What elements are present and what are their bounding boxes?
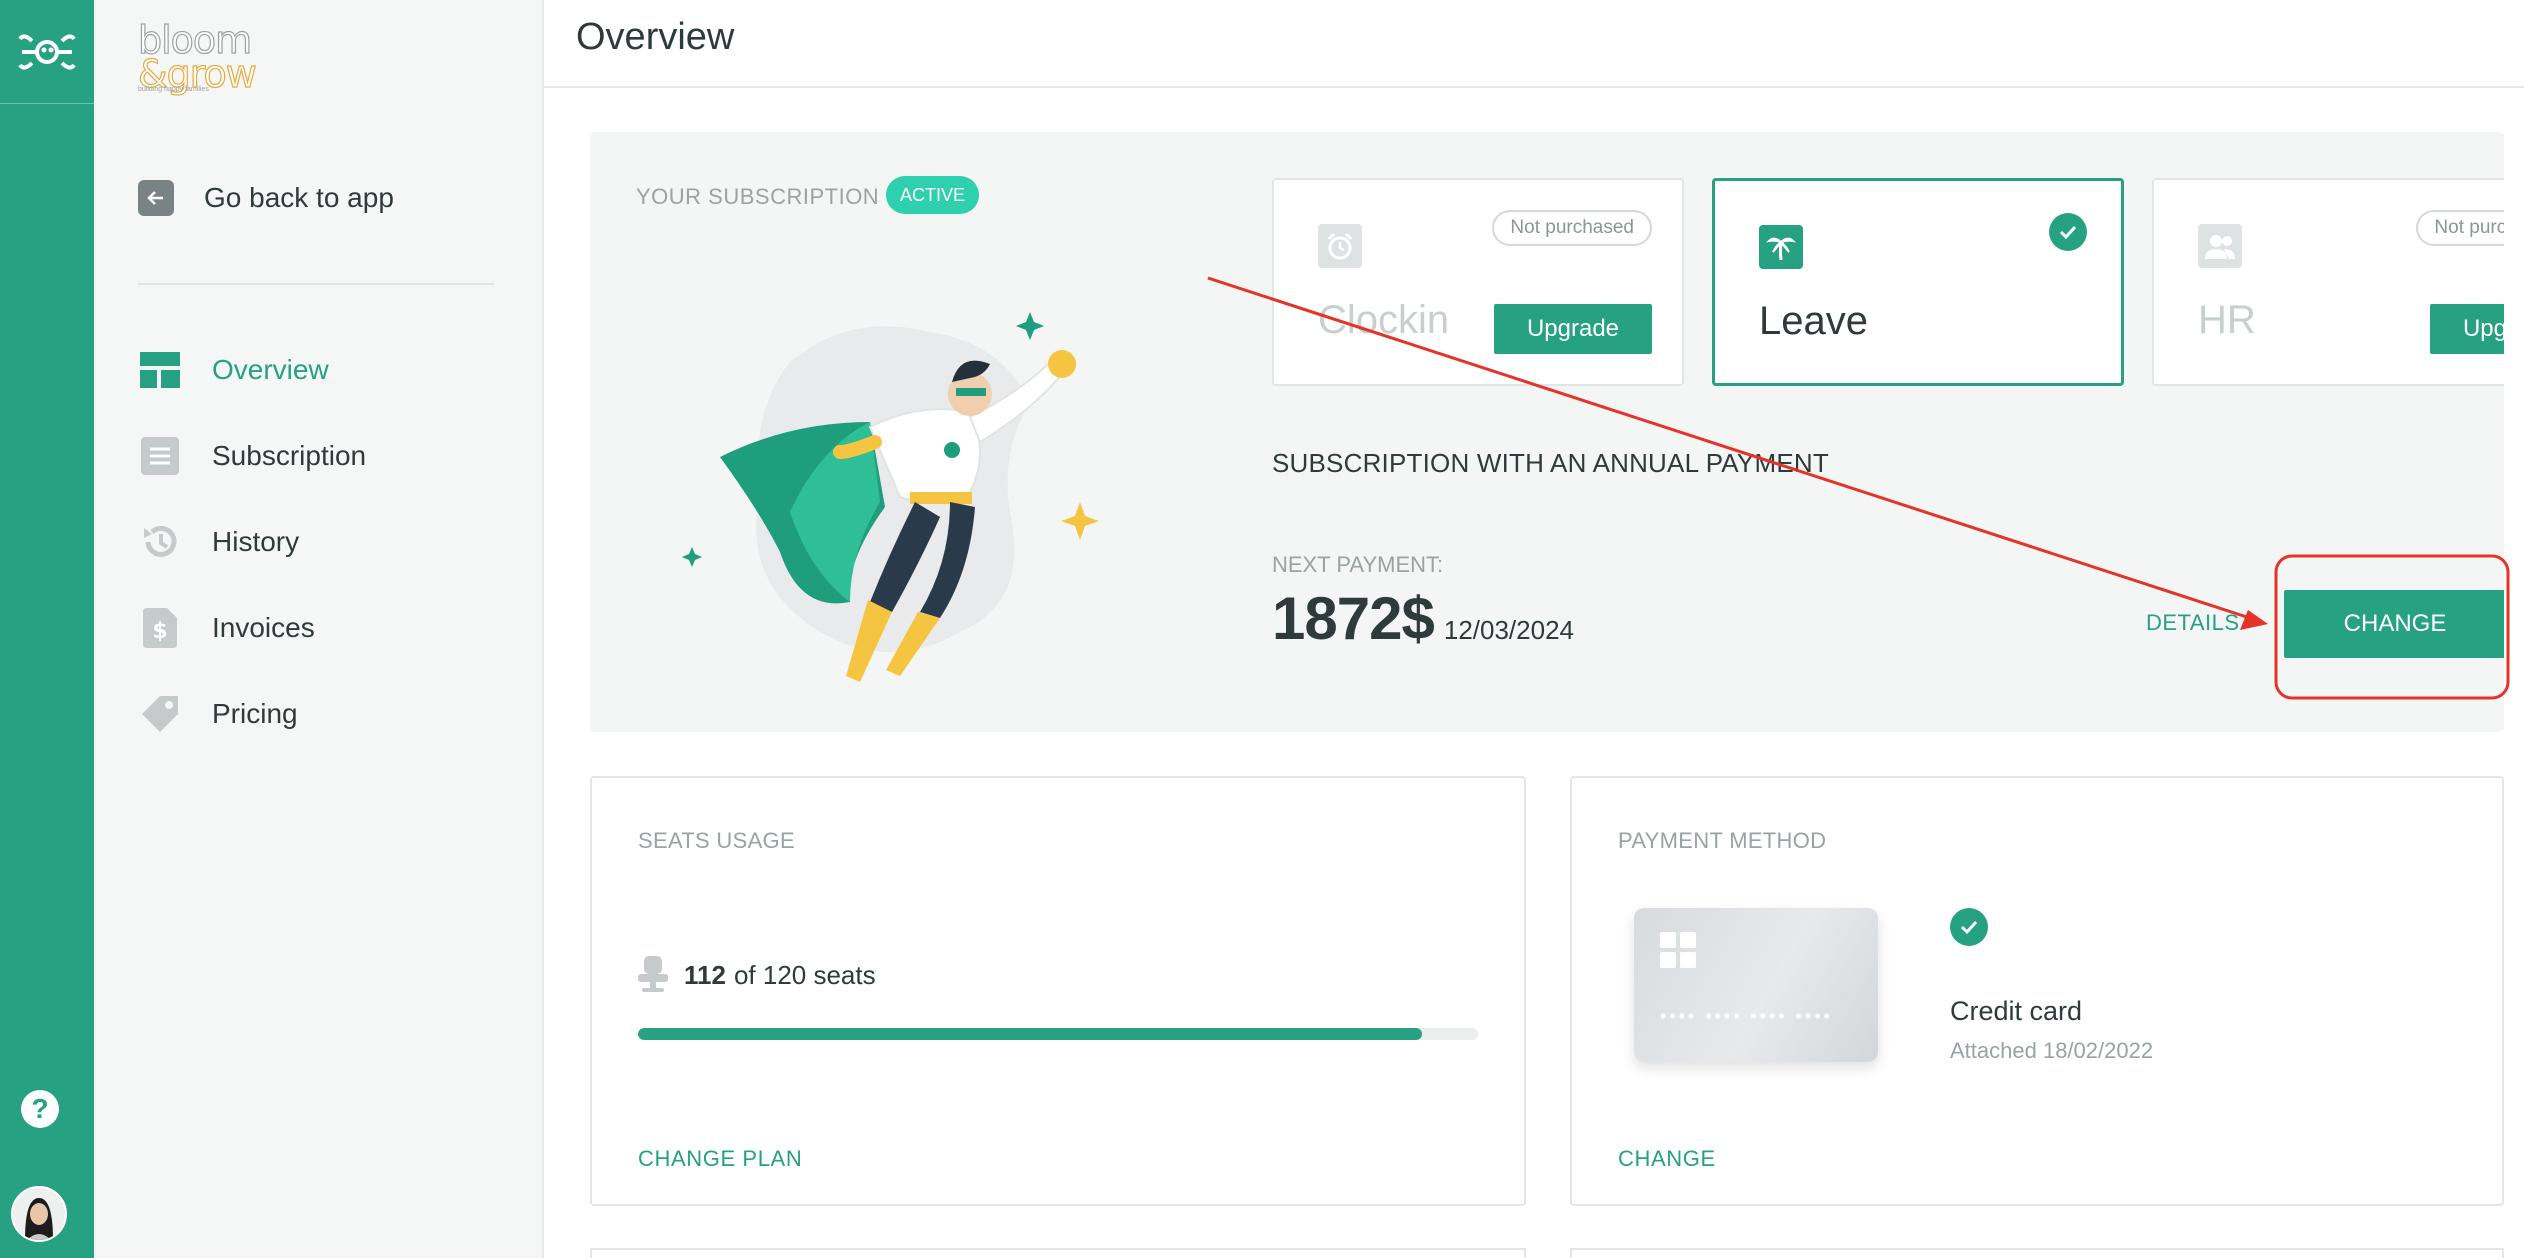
seats-count: 112 of 120 seats (638, 956, 876, 994)
payment-date: 12/03/2024 (1443, 615, 1574, 645)
credit-card-image: •••• •••• •••• •••• (1634, 908, 1878, 1062)
check-icon (1950, 908, 1988, 946)
help-icon[interactable]: ? (21, 1090, 59, 1128)
people-icon (2198, 224, 2242, 268)
change-plan-link[interactable]: CHANGE PLAN (638, 1146, 802, 1172)
seats-usage-card: SEATS USAGE 112 of 120 seats CHANGE PLAN (590, 776, 1526, 1206)
details-link[interactable]: DETAILS (2146, 610, 2240, 636)
payment-method-card: PAYMENT METHOD •••• •••• •••• •••• Credi… (1570, 776, 2504, 1206)
card-stub (1570, 1248, 2504, 1258)
card-number-mask: •••• •••• •••• •••• (1660, 1006, 1833, 1026)
sidebar-item-label: History (212, 526, 300, 557)
app-rail: ? (0, 0, 94, 1258)
sidebar-item-subscription[interactable]: Subscription (140, 436, 366, 476)
dashboard-icon (140, 350, 180, 390)
sidebar-item-label: Pricing (212, 698, 298, 729)
change-subscription-button[interactable]: CHANGE (2284, 590, 2504, 658)
sidebar-item-label: Subscription (212, 440, 367, 471)
seats-progress-bar (638, 1028, 1478, 1040)
tag-icon (140, 694, 180, 734)
brand-tagline: building happy families (138, 86, 209, 93)
sidebar-divider (138, 283, 494, 285)
app-logo-icon[interactable] (0, 0, 94, 104)
seats-progress-fill (638, 1028, 1422, 1040)
subscription-label: YOUR SUBSCRIPTION (636, 184, 880, 209)
not-purchased-badge: Not purchased (1492, 210, 1652, 246)
check-icon (2049, 213, 2087, 251)
user-avatar[interactable] (11, 1186, 67, 1242)
page-title: Overview (576, 16, 735, 58)
arrow-left-icon (138, 180, 174, 216)
upgrade-hr-button[interactable]: Upgrade (2430, 304, 2504, 354)
product-tile-leave[interactable]: Leave (1712, 178, 2124, 386)
product-tile-clockin[interactable]: Clockin Not purchased Upgrade (1272, 178, 1684, 386)
change-payment-link[interactable]: CHANGE (1618, 1146, 1716, 1172)
next-payment-label: NEXT PAYMENT: (1272, 552, 1444, 577)
upgrade-clockin-button[interactable]: Upgrade (1494, 304, 1652, 354)
subscription-panel: YOUR SUBSCRIPTION ACTIVE Clockin Not pur… (590, 132, 2504, 732)
product-name: Leave (1759, 299, 1868, 343)
alarm-clock-icon (1318, 224, 1362, 268)
product-tile-hr[interactable]: HR Not purchased Upgrade (2152, 178, 2504, 386)
payment-method-title: PAYMENT METHOD (1618, 828, 1827, 853)
card-chip-icon (1660, 932, 1696, 968)
list-icon (140, 436, 180, 476)
subscription-plan-text: SUBSCRIPTION WITH AN ANNUAL PAYMENT (1272, 448, 1829, 478)
sidebar-item-overview[interactable]: Overview (140, 350, 329, 390)
sidebar-item-history[interactable]: History (140, 522, 299, 562)
next-payment: 1872$ 12/03/2024 (1272, 584, 1574, 653)
sidebar: bloom &grow building happy families Go b… (94, 0, 544, 1258)
sidebar-item-label: Overview (212, 354, 329, 385)
payment-amount: 1872$ (1272, 585, 1435, 652)
seat-icon (638, 956, 668, 994)
product-name: Clockin (1318, 298, 1450, 342)
payment-attached-date: Attached 18/02/2022 (1950, 1038, 2154, 1063)
status-badge: ACTIVE (886, 176, 980, 214)
payment-method-name: Credit card (1950, 996, 2083, 1026)
card-stub (590, 1248, 1526, 1258)
seats-used: 112 (684, 959, 726, 990)
product-name: HR (2198, 298, 2256, 342)
sidebar-item-invoices[interactable]: $ Invoices (140, 608, 315, 648)
superhero-illustration (682, 312, 1099, 682)
go-back-label: Go back to app (204, 182, 394, 213)
svg-text:$: $ (152, 619, 167, 644)
sidebar-item-label: Invoices (212, 612, 315, 643)
sidebar-item-pricing[interactable]: Pricing (140, 694, 298, 734)
seats-usage-title: SEATS USAGE (638, 828, 795, 853)
bloom-and-grow-logo[interactable]: bloom &grow building happy families (137, 17, 262, 96)
go-back-to-app-link[interactable]: Go back to app (138, 180, 394, 216)
dollar-document-icon: $ (140, 608, 180, 648)
not-purchased-badge: Not purchased (2416, 210, 2504, 246)
palm-tree-icon (1759, 225, 1803, 269)
history-icon (140, 522, 180, 562)
seats-total: of 120 seats (733, 959, 876, 990)
page-header: Overview (544, 0, 2524, 88)
